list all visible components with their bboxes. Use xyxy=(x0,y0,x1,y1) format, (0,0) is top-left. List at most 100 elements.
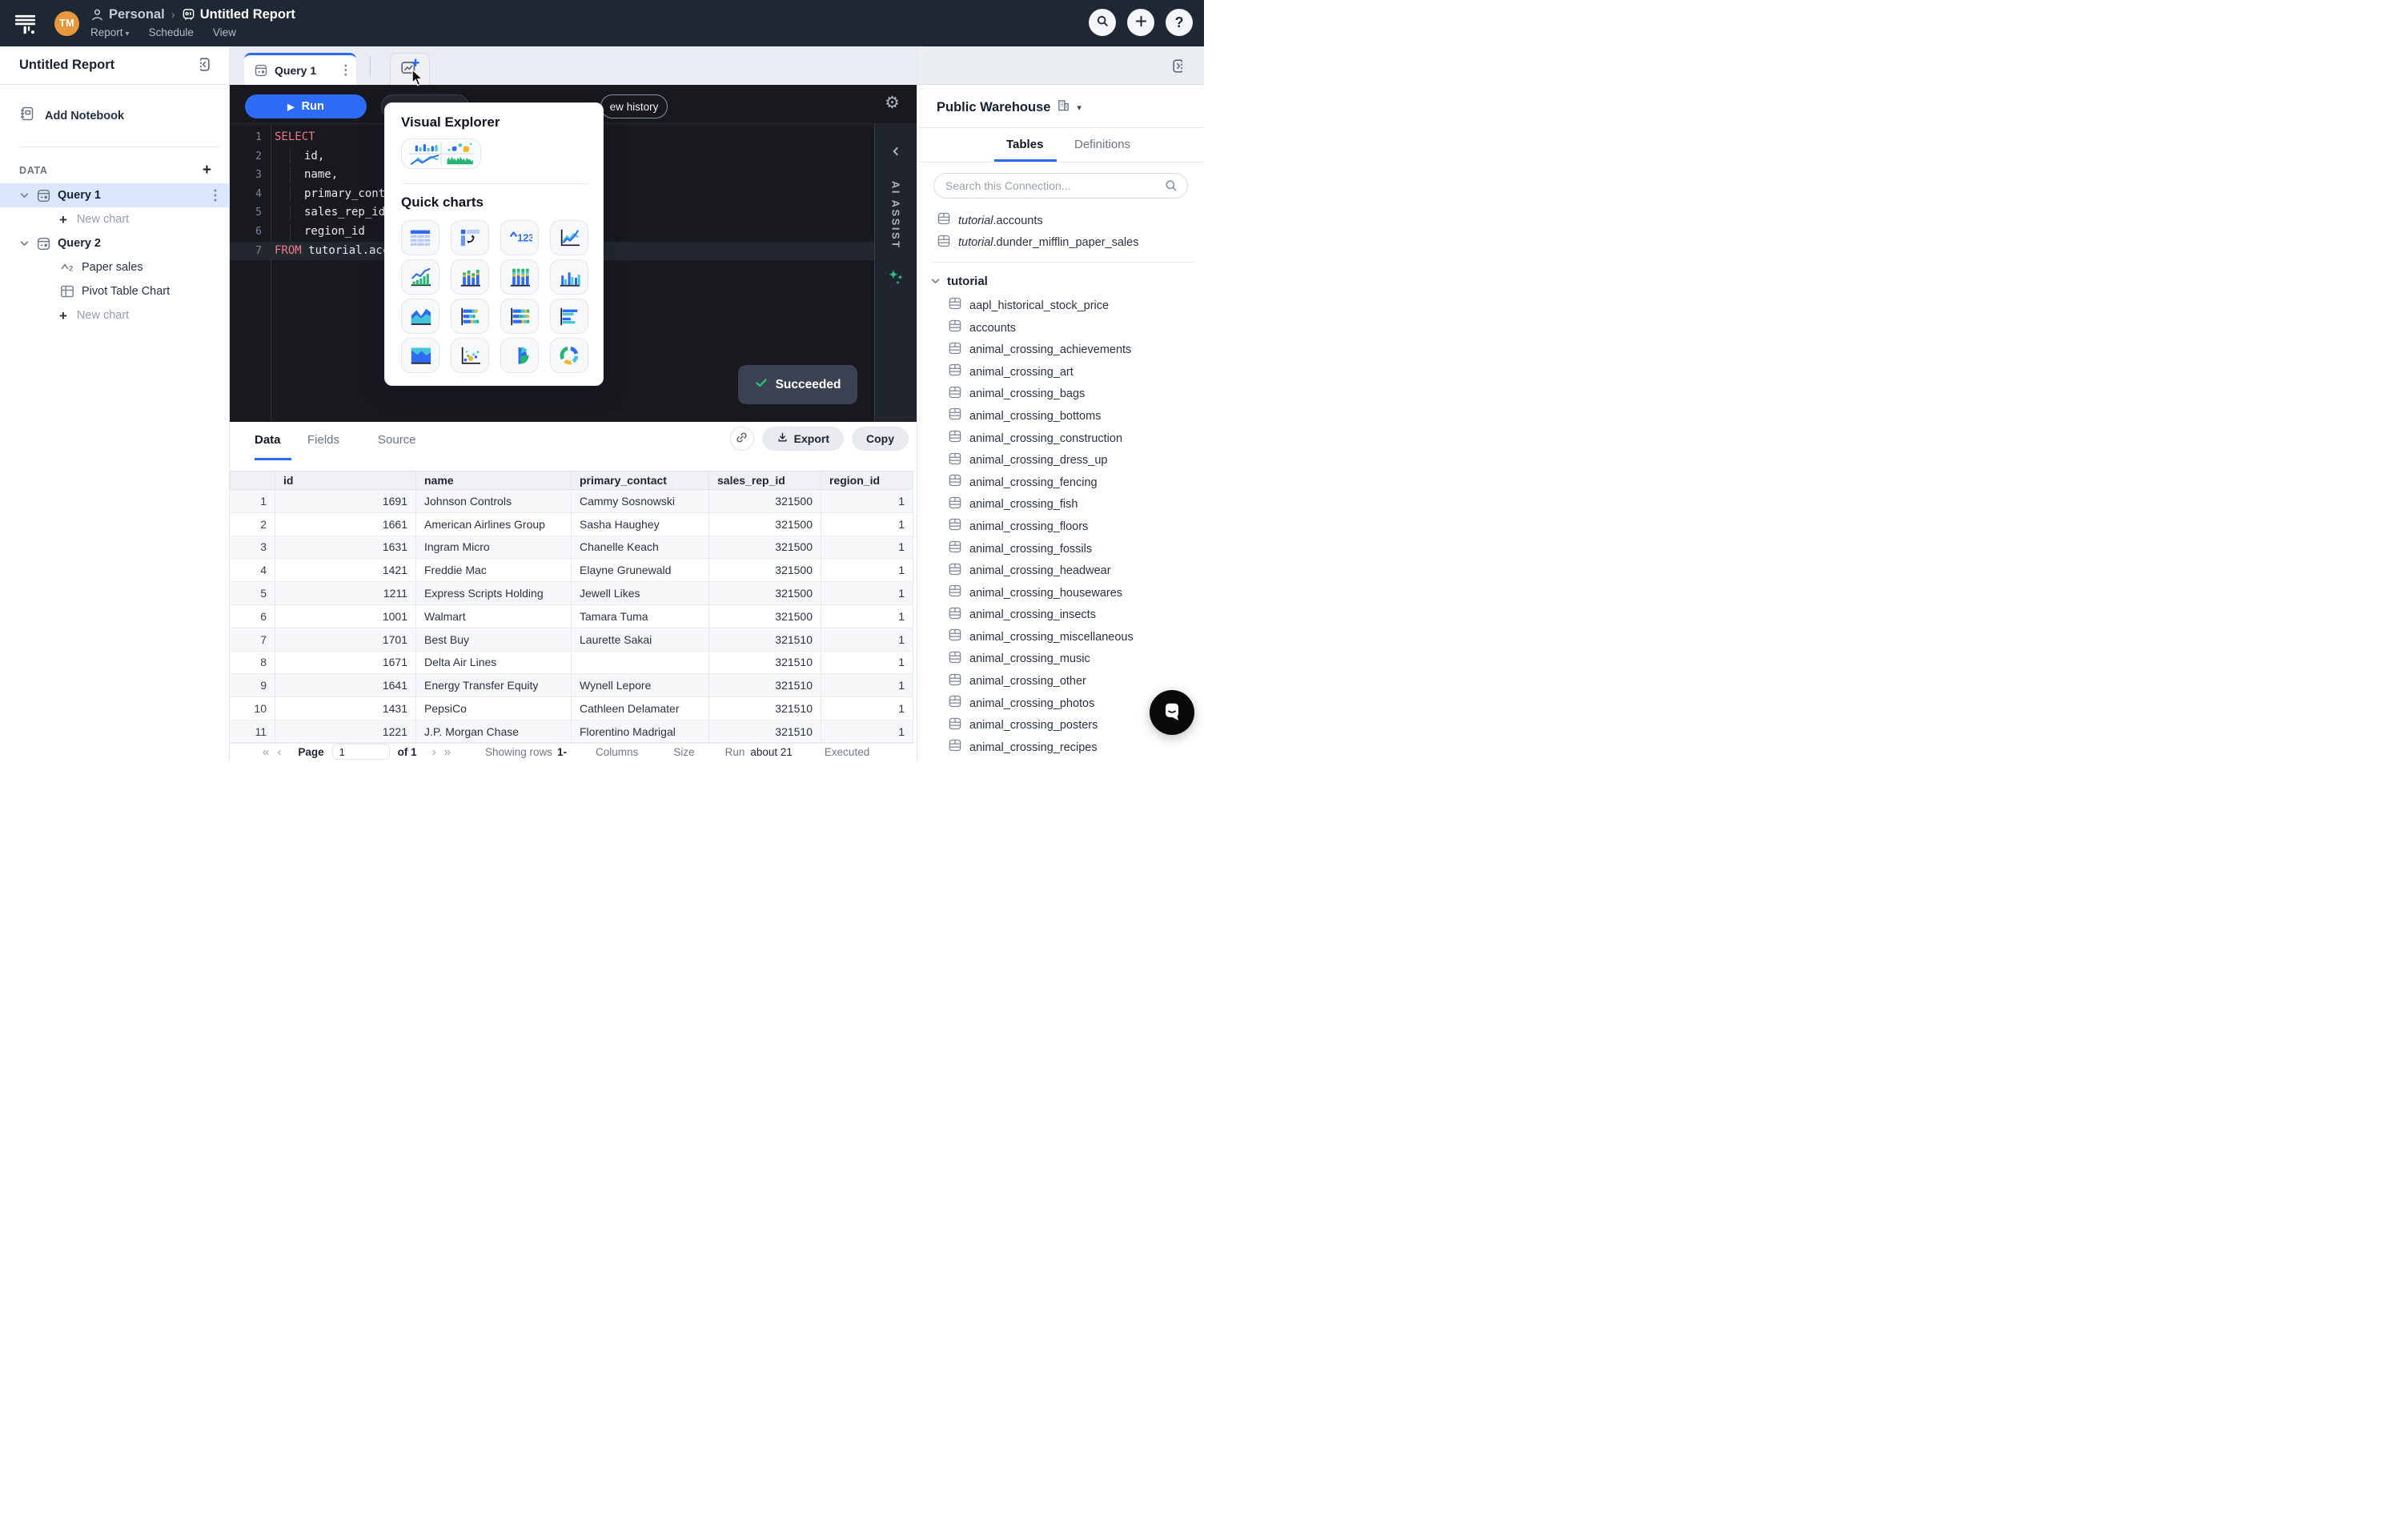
tab-kebab-menu[interactable] xyxy=(344,64,348,76)
tab-data[interactable]: Data xyxy=(255,433,281,447)
next-page-button[interactable]: › xyxy=(428,745,440,759)
quick-chart-donut[interactable] xyxy=(550,338,588,373)
table-item-animal-crossing-music[interactable]: animal_crossing_music xyxy=(917,648,1204,671)
tab-query-1[interactable]: Query 1 xyxy=(244,53,356,85)
visual-explorer-tile-button[interactable] xyxy=(401,138,481,169)
export-button[interactable]: Export xyxy=(762,427,844,451)
sidebar-item-paper-sales[interactable]: 2Paper sales xyxy=(0,255,229,279)
quick-chart-big-number[interactable]: 123 xyxy=(500,220,539,255)
schema-tutorial[interactable]: tutorial xyxy=(917,269,1204,293)
search-button[interactable] xyxy=(1089,9,1116,36)
connection-selector[interactable]: Public Warehouse ▾ xyxy=(917,85,1204,127)
recent-table-accounts[interactable]: tutorial.accounts xyxy=(917,210,1204,232)
tab-tables[interactable]: Tables xyxy=(1006,138,1043,151)
column-header-name[interactable]: name xyxy=(416,472,572,490)
prev-page-button[interactable]: ‹ xyxy=(273,745,285,759)
page-input[interactable] xyxy=(332,744,390,760)
add-notebook-button[interactable]: Add Notebook xyxy=(19,106,229,126)
item-kebab-menu[interactable] xyxy=(214,189,218,202)
sparkles-icon[interactable] xyxy=(886,267,905,287)
share-link-button[interactable] xyxy=(730,427,754,451)
tab-source[interactable]: Source xyxy=(378,433,416,447)
menu-schedule[interactable]: Schedule xyxy=(149,26,194,38)
quick-chart-combo-line-bar[interactable] xyxy=(401,259,439,295)
table-item-animal-crossing-dress-up[interactable]: animal_crossing_dress_up xyxy=(917,449,1204,472)
cell-sales-rep-id: 321500 xyxy=(709,512,821,536)
tab-fields[interactable]: Fields xyxy=(307,433,339,447)
size-menu[interactable]: Size xyxy=(673,746,694,758)
executed-label: Executed xyxy=(825,746,869,758)
quick-chart-scatter[interactable] xyxy=(451,338,489,373)
sidebar-new-chart-button[interactable]: +New chart xyxy=(0,207,229,231)
quick-chart-pivot-table[interactable] xyxy=(451,220,489,255)
quick-chart-grouped-bar[interactable] xyxy=(550,299,588,334)
warehouse-icon xyxy=(1057,98,1070,116)
quick-chart-line[interactable] xyxy=(550,220,588,255)
table-item-animal-crossing-floors[interactable]: animal_crossing_floors xyxy=(917,516,1204,538)
tab-definitions[interactable]: Definitions xyxy=(1074,138,1130,151)
table-item-animal-crossing-fencing[interactable]: animal_crossing_fencing xyxy=(917,472,1204,494)
table-item-animal-crossing-housewares[interactable]: animal_crossing_housewares xyxy=(917,582,1204,604)
gear-icon[interactable]: ⚙ xyxy=(880,94,905,112)
table-item-animal-crossing-construction[interactable]: animal_crossing_construction xyxy=(917,427,1204,450)
ai-assist-expand-button[interactable] xyxy=(885,145,906,160)
chevron-down-icon xyxy=(19,191,30,201)
quick-chart-stacked-bar-100[interactable] xyxy=(500,299,539,334)
quick-chart-area[interactable] xyxy=(401,299,439,334)
table-item-animal-crossing-achievements[interactable]: animal_crossing_achievements xyxy=(917,339,1204,361)
column-header-id[interactable]: id xyxy=(275,472,416,490)
sidebar-new-chart-button[interactable]: +New chart xyxy=(0,303,229,327)
menu-report[interactable]: Report▾ xyxy=(90,26,130,38)
quick-chart-stacked-column[interactable] xyxy=(451,259,489,295)
column-header-region-id[interactable]: region_id xyxy=(821,472,913,490)
table-item-animal-crossing-fish[interactable]: animal_crossing_fish xyxy=(917,494,1204,516)
table-item-animal-crossing-bottoms[interactable]: animal_crossing_bottoms xyxy=(917,405,1204,427)
breadcrumb-report-title[interactable]: Untitled Report xyxy=(200,7,295,22)
avatar[interactable]: TM xyxy=(54,11,79,36)
quick-chart-grouped-column[interactable] xyxy=(550,259,588,295)
quick-chart-stacked-column-100[interactable] xyxy=(500,259,539,295)
play-icon: ▶ xyxy=(287,102,294,112)
quick-chart-pie[interactable] xyxy=(500,338,539,373)
quick-chart-area-100[interactable] xyxy=(401,338,439,373)
new-chart-tab-button[interactable] xyxy=(390,53,430,85)
table-item-animal-crossing-fossils[interactable]: animal_crossing_fossils xyxy=(917,538,1204,560)
sidebar-item-query-1[interactable]: Query 1 xyxy=(0,183,229,207)
table-item-accounts[interactable]: accounts xyxy=(917,317,1204,339)
ai-assist-label: AI ASSIST xyxy=(890,181,902,250)
new-button[interactable] xyxy=(1127,9,1154,36)
copy-button[interactable]: Copy xyxy=(852,427,909,451)
chat-widget-button[interactable] xyxy=(1150,690,1194,735)
table-item-animal-crossing-other[interactable]: animal_crossing_other xyxy=(917,670,1204,692)
table-item-animal-crossing-headwear[interactable]: animal_crossing_headwear xyxy=(917,560,1204,582)
table-item-animal-crossing-art[interactable]: animal_crossing_art xyxy=(917,361,1204,383)
help-button[interactable]: ? xyxy=(1166,9,1193,36)
last-page-button[interactable]: » xyxy=(440,745,455,759)
first-page-button[interactable]: « xyxy=(259,745,273,759)
table-icon xyxy=(948,496,969,514)
table-item-animal-crossing-miscellaneous[interactable]: animal_crossing_miscellaneous xyxy=(917,626,1204,648)
column-header-primary-contact[interactable]: primary_contact xyxy=(572,472,709,490)
menu-view[interactable]: View xyxy=(213,26,236,38)
view-history-button[interactable]: ew history xyxy=(600,94,668,118)
quick-chart-table[interactable] xyxy=(401,220,439,255)
collapse-schema-panel-button[interactable] xyxy=(1170,56,1190,78)
mode-logo-icon xyxy=(14,13,37,34)
table-item-aapl-historical-stock-price[interactable]: aapl_historical_stock_price xyxy=(917,295,1204,317)
breadcrumb-workspace[interactable]: Personal xyxy=(109,7,165,22)
add-data-button[interactable]: + xyxy=(198,162,216,179)
column-header-sales-rep-id[interactable]: sales_rep_id xyxy=(709,472,821,490)
table-item-animal-crossing-insects[interactable]: animal_crossing_insects xyxy=(917,604,1204,627)
table-item-animal-crossing-recipes[interactable]: animal_crossing_recipes xyxy=(917,736,1204,759)
app-logo-button[interactable] xyxy=(10,7,42,39)
connection-search-input[interactable] xyxy=(933,173,1188,199)
recent-table-dunder-mifflin-paper-sales[interactable]: tutorial.dunder_mifflin_paper_sales xyxy=(917,232,1204,255)
collapse-sidebar-button[interactable] xyxy=(193,54,213,77)
cell-name: Energy Transfer Equity xyxy=(416,674,572,697)
sidebar-item-pivot-table-chart[interactable]: Pivot Table Chart xyxy=(0,279,229,303)
quick-chart-stacked-bar[interactable] xyxy=(451,299,489,334)
run-button[interactable]: ▶Run xyxy=(245,94,367,118)
sidebar-item-query-2[interactable]: Query 2 xyxy=(0,231,229,255)
columns-menu[interactable]: Columns xyxy=(596,746,638,758)
table-item-animal-crossing-bags[interactable]: animal_crossing_bags xyxy=(917,383,1204,406)
